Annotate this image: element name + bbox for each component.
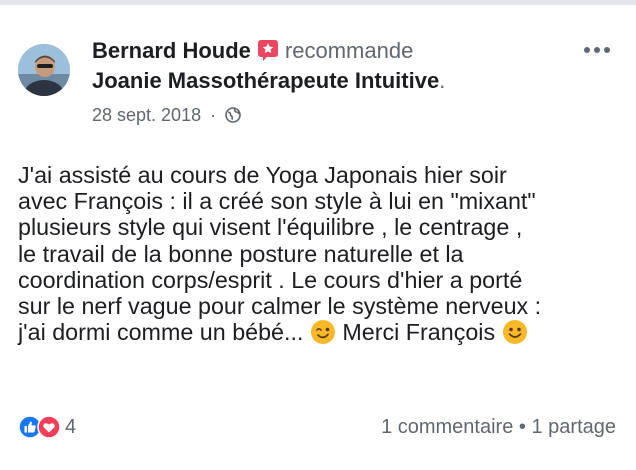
post-text-line: avec François : il a créé son style à lu… [18, 188, 536, 215]
post-text-line: coordination corps/esprit . Le cours d'h… [18, 266, 523, 293]
post-text-part: Merci François [335, 319, 502, 346]
avatar[interactable] [18, 44, 70, 96]
shares-count-link[interactable]: 1 partage [531, 416, 616, 438]
reaction-count: 4 [65, 415, 77, 438]
author-name[interactable]: Bernard Houde [92, 38, 251, 63]
more-options-icon[interactable] [583, 42, 611, 53]
post-text-line: J'ai assisté au cours de Yoga Japonais h… [18, 162, 507, 188]
stats-separator: • [518, 416, 526, 438]
page-name-suffix: . [439, 68, 446, 93]
post-text-last-line: j'ai dormi comme un bébé... Merci Franço… [18, 319, 630, 345]
reactions-summary[interactable]: 4 [18, 415, 76, 439]
post-date[interactable]: 28 sept. 2018 [92, 105, 201, 125]
page-name-link[interactable]: Joanie Massothérapeute Intuitive [92, 68, 439, 93]
globe-icon[interactable] [225, 106, 241, 123]
engagement-stats: 1 commentaire • 1 partage [381, 416, 616, 439]
post-header: Bernard Houde recommande [92, 38, 413, 64]
recommended-page-line: Joanie Massothérapeute Intuitive. [92, 68, 445, 94]
comments-count-link[interactable]: 1 commentaire [381, 416, 513, 438]
love-reaction-icon [37, 415, 61, 439]
recommend-icon [257, 39, 279, 61]
post-text-line: plusieurs style qui visent l'équilibre ,… [18, 214, 523, 241]
wink-emoji [310, 319, 336, 345]
meta-separator: · [210, 105, 217, 125]
post-meta: 28 sept. 2018 · [92, 104, 241, 126]
post-body: J'ai assisté au cours de Yoga Japonais h… [18, 162, 630, 345]
smile-emoji [502, 319, 528, 345]
post-text-line: le travail de la bonne posture naturelle… [18, 240, 464, 267]
post-text-part: j'ai dormi comme un bébé... [18, 319, 310, 346]
top-divider [0, 0, 636, 5]
post-text-line: sur le nerf vague pour calmer le système… [18, 293, 542, 320]
post-card: Bernard Houde recommande Joanie Massothér… [0, 0, 636, 470]
action-text: recommande [284, 38, 414, 63]
